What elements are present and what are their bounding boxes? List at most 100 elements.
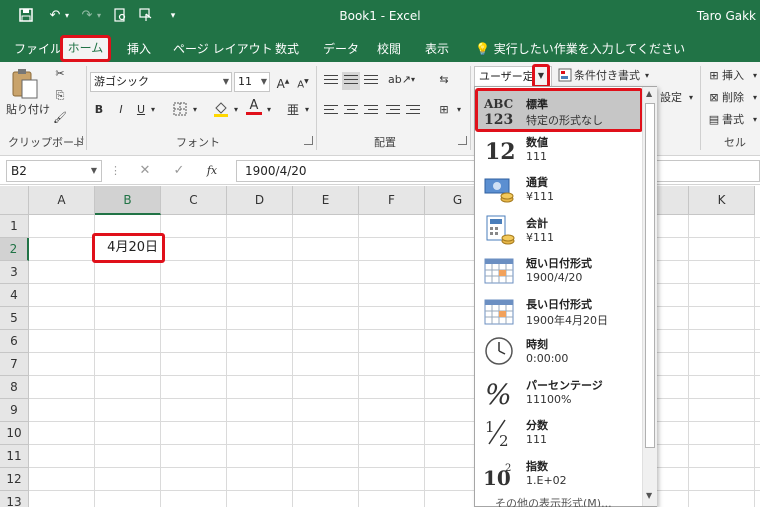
row-header[interactable]: 4: [0, 284, 29, 307]
chevron-down-icon[interactable]: ▾: [750, 68, 760, 84]
paste-icon[interactable]: [8, 68, 42, 100]
font-size-combo[interactable]: 11 ▼: [234, 72, 270, 92]
row-header[interactable]: 10: [0, 422, 29, 445]
number-format-item[interactable]: 12 数値 111: [478, 129, 641, 169]
row-header[interactable]: 12: [0, 468, 29, 491]
column-header[interactable]: C: [161, 186, 227, 215]
font-name-combo[interactable]: 游ゴシック ▼: [90, 72, 232, 92]
tab-home[interactable]: ホーム: [60, 35, 111, 62]
align-left-icon[interactable]: [322, 102, 340, 120]
number-format-item[interactable]: ABC 123 標準 特定の形式なし: [475, 88, 643, 132]
format-painter-icon[interactable]: 🖌: [52, 110, 68, 126]
tab-data[interactable]: データ: [323, 40, 359, 57]
tab-page-layout[interactable]: ページ レイアウト: [173, 40, 273, 57]
conditional-format-button[interactable]: 条件付き書式: [574, 68, 640, 84]
format-cells-icon[interactable]: ▤: [706, 112, 722, 128]
fill-color-icon[interactable]: [212, 100, 230, 123]
number-format-dropdown-button[interactable]: ▼: [532, 64, 550, 88]
row-header[interactable]: 11: [0, 445, 29, 468]
tab-file[interactable]: ファイル: [14, 40, 62, 57]
increase-font-icon[interactable]: A▲: [276, 74, 290, 92]
insert-function-icon[interactable]: fx: [204, 163, 220, 179]
chevron-down-icon[interactable]: ▾: [190, 102, 200, 118]
chevron-down-icon[interactable]: ▾: [686, 90, 696, 106]
tab-review[interactable]: 校閲: [377, 40, 401, 57]
name-box[interactable]: B2 ▼: [6, 160, 102, 182]
chevron-down-icon[interactable]: ▾: [750, 90, 760, 106]
scroll-up-icon[interactable]: ▲: [646, 89, 652, 98]
delete-cells-button[interactable]: 削除: [722, 90, 744, 106]
column-header[interactable]: E: [293, 186, 359, 215]
column-header[interactable]: K: [689, 186, 755, 215]
row-header[interactable]: 6: [0, 330, 29, 353]
chevron-down-icon[interactable]: ▾: [408, 72, 418, 88]
clipboard-launcher-icon[interactable]: [74, 136, 83, 145]
cell-styles-button[interactable]: 設定: [660, 90, 682, 106]
menu-scrollbar[interactable]: ▲ ▼: [642, 87, 657, 506]
insert-cells-icon[interactable]: ⊞: [706, 68, 722, 84]
column-header[interactable]: A: [29, 186, 95, 215]
decrease-indent-icon[interactable]: [384, 102, 402, 120]
decrease-font-icon[interactable]: A▼: [296, 74, 310, 93]
number-format-item[interactable]: 時刻 0:00:00: [478, 331, 641, 371]
font-color-icon[interactable]: A: [246, 98, 262, 115]
bold-icon[interactable]: B: [92, 102, 106, 118]
row-header[interactable]: 13: [0, 491, 29, 507]
align-right-icon[interactable]: [362, 102, 380, 120]
number-format-item[interactable]: 1 2 分数 111: [478, 412, 641, 452]
font-launcher-icon[interactable]: [304, 136, 313, 145]
paste-button[interactable]: 貼り付け: [6, 102, 50, 118]
tab-insert[interactable]: 挿入: [127, 40, 151, 57]
number-format-item[interactable]: 通貨 ¥111: [478, 169, 641, 209]
border-icon[interactable]: [172, 102, 188, 121]
select-all-corner[interactable]: [0, 186, 29, 215]
number-format-item[interactable]: 会計 ¥111: [478, 210, 641, 250]
row-header[interactable]: 7: [0, 353, 29, 376]
tab-view[interactable]: 表示: [425, 40, 449, 57]
phonetic-icon[interactable]: 亜: [286, 102, 300, 118]
number-format-item[interactable]: 長い日付形式 1900年4月20日: [478, 291, 641, 331]
column-header[interactable]: B: [95, 186, 161, 215]
orientation-icon[interactable]: ab↗: [388, 72, 411, 88]
row-header[interactable]: 5: [0, 307, 29, 330]
row-header[interactable]: 3: [0, 261, 29, 284]
merge-center-icon[interactable]: ⊞: [436, 102, 452, 118]
insert-cells-button[interactable]: 挿入: [722, 68, 744, 84]
underline-icon[interactable]: U: [134, 102, 148, 118]
chevron-down-icon[interactable]: ▾: [642, 68, 652, 84]
chevron-down-icon[interactable]: ▾: [231, 102, 241, 118]
align-top-icon[interactable]: [322, 72, 340, 90]
conditional-format-icon[interactable]: [558, 68, 572, 87]
alignment-launcher-icon[interactable]: [458, 136, 467, 145]
row-header[interactable]: 2: [0, 238, 29, 261]
number-format-item[interactable]: % パーセンテージ 11100%: [478, 372, 641, 412]
number-format-item[interactable]: 短い日付形式 1900/4/20: [478, 250, 641, 290]
cut-icon[interactable]: ✂: [52, 66, 68, 82]
chevron-down-icon[interactable]: ▾: [302, 102, 312, 118]
format-cells-button[interactable]: 書式: [722, 112, 744, 128]
number-format-item[interactable]: 10 2 指数 1.E+02: [478, 453, 641, 493]
scroll-down-icon[interactable]: ▼: [646, 491, 652, 500]
column-header[interactable]: F: [359, 186, 425, 215]
increase-indent-icon[interactable]: [404, 102, 422, 120]
tab-formulas[interactable]: 数式: [275, 40, 299, 57]
delete-cells-icon[interactable]: ⊠: [706, 90, 722, 106]
row-header[interactable]: 8: [0, 376, 29, 399]
more-number-formats[interactable]: その他の表示形式(M)...: [495, 495, 612, 507]
align-center-icon[interactable]: [342, 102, 360, 120]
tell-me-box[interactable]: 💡 実行したい作業を入力してください: [475, 40, 685, 57]
user-name[interactable]: Taro Gakk: [697, 9, 756, 23]
cell-b2[interactable]: 4月20日: [92, 233, 165, 263]
align-bottom-icon[interactable]: [362, 72, 380, 90]
copy-icon[interactable]: ⎘: [52, 88, 68, 104]
column-header[interactable]: D: [227, 186, 293, 215]
align-middle-icon[interactable]: [342, 72, 360, 90]
wrap-text-icon[interactable]: ⇆: [436, 72, 452, 88]
italic-icon[interactable]: I: [114, 102, 128, 118]
cancel-icon[interactable]: ✕: [138, 163, 152, 179]
chevron-down-icon[interactable]: ▾: [750, 112, 760, 128]
chevron-down-icon[interactable]: ▾: [148, 102, 158, 118]
scroll-thumb[interactable]: [645, 103, 655, 448]
enter-icon[interactable]: ✓: [172, 163, 186, 179]
row-header[interactable]: 9: [0, 399, 29, 422]
